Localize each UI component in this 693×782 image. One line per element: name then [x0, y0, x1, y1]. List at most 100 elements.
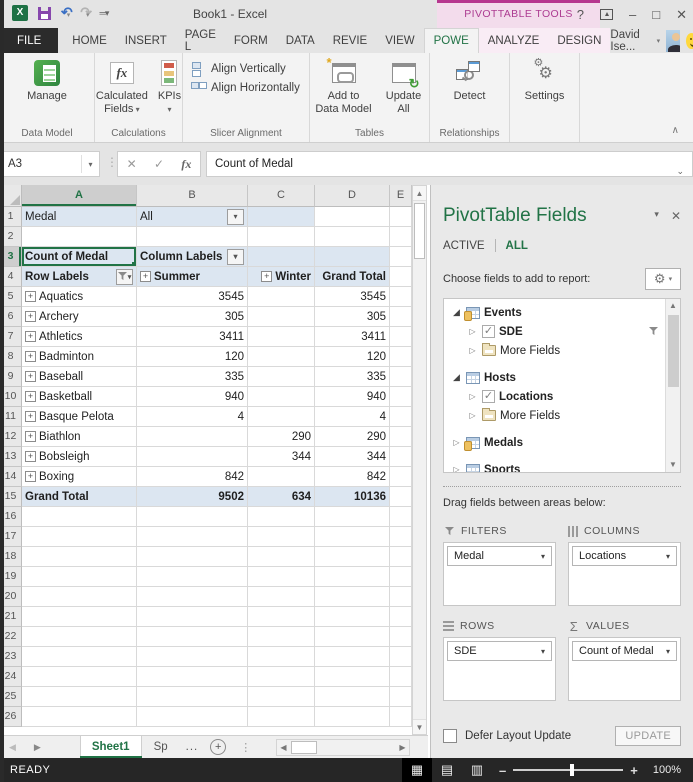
- cell-e15[interactable]: [390, 487, 412, 507]
- name-box-dropdown-icon[interactable]: ▾: [82, 160, 99, 169]
- cell-d10[interactable]: 940: [315, 387, 390, 407]
- field-list-scroll-thumb[interactable]: [668, 315, 679, 387]
- cell-e4[interactable]: [390, 267, 412, 287]
- cell-b15[interactable]: 9502: [137, 487, 248, 507]
- tab-insert[interactable]: INSERT: [116, 28, 176, 53]
- tab-page-l[interactable]: PAGE L: [176, 28, 225, 53]
- align-vertically-button[interactable]: Align Vertically: [191, 62, 301, 77]
- cell-e24[interactable]: [390, 667, 412, 687]
- tab-all[interactable]: ALL: [506, 240, 528, 252]
- column-header-e[interactable]: E: [390, 185, 412, 207]
- formula-input[interactable]: Count of Medal ⌄: [206, 151, 693, 177]
- expand-icon[interactable]: +: [25, 471, 36, 482]
- pane-options-icon[interactable]: ▾: [654, 209, 659, 223]
- sheet-tab-sheet1[interactable]: Sheet1: [79, 736, 142, 758]
- avatar[interactable]: [666, 29, 681, 52]
- expand-icon[interactable]: +: [140, 271, 151, 282]
- customize-qat-icon[interactable]: ═▾: [100, 8, 110, 19]
- cell-a9[interactable]: + Baseball: [22, 367, 137, 387]
- field-checkbox[interactable]: ✓: [482, 325, 495, 338]
- redo-dropdown-icon[interactable]: ▾: [86, 12, 90, 19]
- cell-a3[interactable]: Count of Medal: [22, 247, 137, 267]
- cancel-icon[interactable]: ✕: [127, 157, 137, 171]
- cell-a23[interactable]: [22, 647, 137, 667]
- cell-d15[interactable]: 10136: [315, 487, 390, 507]
- next-sheet-icon[interactable]: ▶: [25, 742, 50, 753]
- tab-home[interactable]: HOME: [63, 28, 116, 53]
- expand-icon[interactable]: +: [25, 431, 36, 442]
- horizontal-scroll-thumb[interactable]: [291, 741, 317, 754]
- scroll-right-icon[interactable]: ▶: [396, 743, 409, 752]
- cell-d12[interactable]: 290: [315, 427, 390, 447]
- cell-a17[interactable]: [22, 527, 137, 547]
- cell-a11[interactable]: + Basque Pelota: [22, 407, 137, 427]
- settings-button[interactable]: Settings: [522, 58, 568, 124]
- cell-e25[interactable]: [390, 687, 412, 707]
- cell-a15[interactable]: Grand Total: [22, 487, 137, 507]
- cell-a14[interactable]: + Boxing: [22, 467, 137, 487]
- chip-dropdown-icon[interactable]: ▾: [541, 552, 545, 561]
- update-all-button[interactable]: Update All: [380, 58, 428, 124]
- cell-c24[interactable]: [248, 667, 315, 687]
- cell-b19[interactable]: [137, 567, 248, 587]
- tab-data[interactable]: DATA: [277, 28, 324, 53]
- cell-e8[interactable]: [390, 347, 412, 367]
- cell-e13[interactable]: [390, 447, 412, 467]
- field-chip-locations[interactable]: Locations ▾: [572, 546, 677, 566]
- cell-b14[interactable]: 842: [137, 467, 248, 487]
- field-chip-medal[interactable]: Medal ▾: [447, 546, 552, 566]
- cell-a20[interactable]: [22, 587, 137, 607]
- maximize-icon[interactable]: □: [652, 8, 660, 21]
- zoom-slider-thumb[interactable]: [570, 764, 575, 776]
- chip-dropdown-icon[interactable]: ▾: [666, 647, 670, 656]
- ribbon-display-icon[interactable]: [600, 8, 613, 20]
- cell-e21[interactable]: [390, 607, 412, 627]
- cell-a25[interactable]: [22, 687, 137, 707]
- cell-b25[interactable]: [137, 687, 248, 707]
- expand-icon[interactable]: +: [25, 291, 36, 302]
- tab-view[interactable]: VIEW: [376, 28, 423, 53]
- cell-d16[interactable]: [315, 507, 390, 527]
- cell-e18[interactable]: [390, 547, 412, 567]
- cell-d9[interactable]: 335: [315, 367, 390, 387]
- expand-triangle-icon[interactable]: ▷: [451, 438, 462, 447]
- cell-a26[interactable]: [22, 707, 137, 727]
- new-sheet-icon[interactable]: +: [210, 739, 227, 755]
- cell-b22[interactable]: [137, 627, 248, 647]
- tab-design[interactable]: DESIGN: [548, 28, 611, 53]
- expand-triangle-icon[interactable]: ▷: [467, 346, 478, 355]
- name-box[interactable]: A3 ▾: [0, 151, 100, 177]
- align-horizontally-button[interactable]: Align Horizontally: [191, 81, 301, 95]
- zoom-level[interactable]: 100%: [645, 764, 693, 776]
- cell-d6[interactable]: 305: [315, 307, 390, 327]
- cell-d4[interactable]: Grand Total: [315, 267, 390, 287]
- scroll-down-icon[interactable]: ▼: [413, 719, 426, 734]
- page-layout-view-icon[interactable]: ▤: [432, 758, 462, 782]
- field-checkbox[interactable]: ✓: [482, 390, 495, 403]
- cell-e22[interactable]: [390, 627, 412, 647]
- cell-e5[interactable]: [390, 287, 412, 307]
- defer-layout-checkbox[interactable]: [443, 729, 457, 743]
- zoom-in-icon[interactable]: +: [623, 763, 645, 778]
- user-dropdown-icon[interactable]: ▾: [657, 37, 661, 45]
- page-break-view-icon[interactable]: ▥: [462, 758, 492, 782]
- cell-b26[interactable]: [137, 707, 248, 727]
- cell-a5[interactable]: + Aquatics: [22, 287, 137, 307]
- cell-d23[interactable]: [315, 647, 390, 667]
- help-icon[interactable]: ?: [577, 8, 584, 21]
- save-icon[interactable]: [38, 6, 51, 20]
- cell-e14[interactable]: [390, 467, 412, 487]
- dropdown-icon[interactable]: ▾: [227, 248, 244, 265]
- tab-powe[interactable]: POWE: [423, 28, 479, 53]
- user-name[interactable]: David Ise...: [610, 29, 650, 53]
- add-to-data-model-button[interactable]: * Add to Data Model: [312, 56, 376, 124]
- cell-c19[interactable]: [248, 567, 315, 587]
- tools-gear-button[interactable]: ⚙ ▾: [645, 268, 681, 290]
- collapse-triangle-icon[interactable]: ◢: [451, 307, 462, 318]
- cell-c12[interactable]: 290: [248, 427, 315, 447]
- cell-e6[interactable]: [390, 307, 412, 327]
- cell-b7[interactable]: 3411: [137, 327, 248, 347]
- redo-button[interactable]: ↷▾: [80, 4, 92, 22]
- cell-b11[interactable]: 4: [137, 407, 248, 427]
- cell-d3[interactable]: [315, 247, 390, 267]
